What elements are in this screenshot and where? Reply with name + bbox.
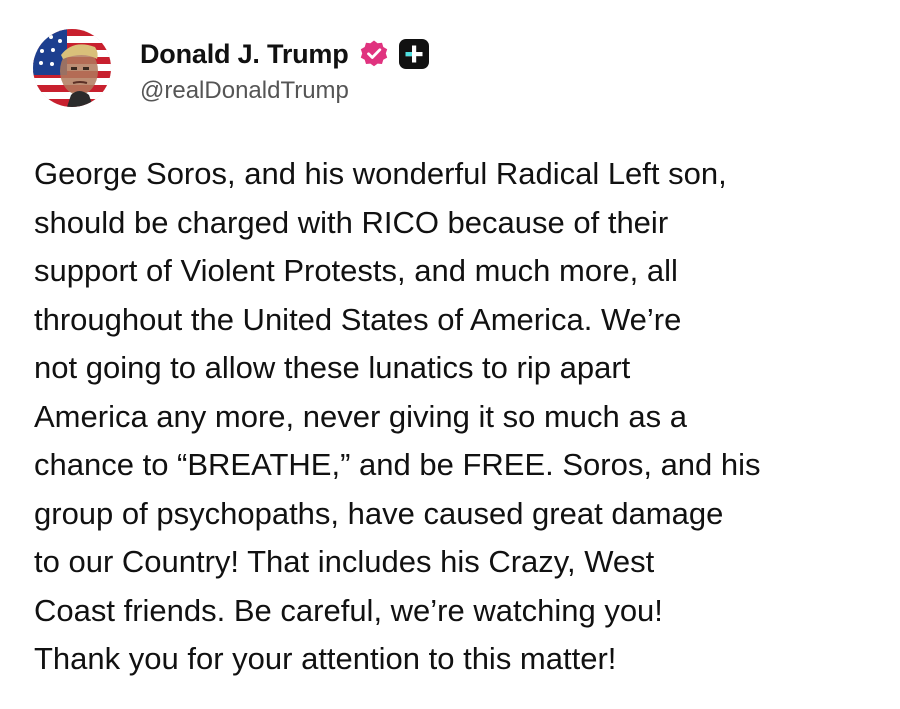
post-text-line: support of Violent Protests, and much mo… [34, 253, 678, 288]
author-name-row: Donald J. Trump [140, 36, 429, 72]
post-text-line: chance to “BREATHE,” and be FREE. Soros,… [34, 447, 761, 482]
post-text-line: group of psychopaths, have caused great … [34, 495, 724, 531]
post-text-line: to our Country! That includes his Crazy,… [34, 544, 655, 579]
verified-badge-icon [360, 40, 387, 67]
avatar-image [33, 29, 111, 107]
author-handle[interactable]: @realDonaldTrump [140, 77, 349, 105]
post-card: Donald J. Trump @realDonaldTrump George … [0, 0, 900, 709]
post-text-line: throughout the United States of America.… [34, 301, 682, 337]
post-text-line: not going to allow these lunatics to rip… [34, 350, 631, 385]
plus-badge-icon [398, 39, 429, 69]
post-text-line: Coast friends. Be careful, we’re watchin… [34, 592, 663, 628]
post-text-line: should be charged with RICO because of t… [34, 204, 669, 240]
author-avatar[interactable] [33, 29, 111, 107]
post-text-line: George Soros, and his wonderful Radical … [34, 156, 727, 191]
post-text-line: America any more, never giving it so muc… [34, 398, 687, 434]
post-body: George Soros, and his wonderful Radical … [34, 150, 884, 684]
author-display-name[interactable]: Donald J. Trump [140, 39, 349, 70]
post-text-line: Thank you for your attention to this mat… [34, 641, 617, 676]
